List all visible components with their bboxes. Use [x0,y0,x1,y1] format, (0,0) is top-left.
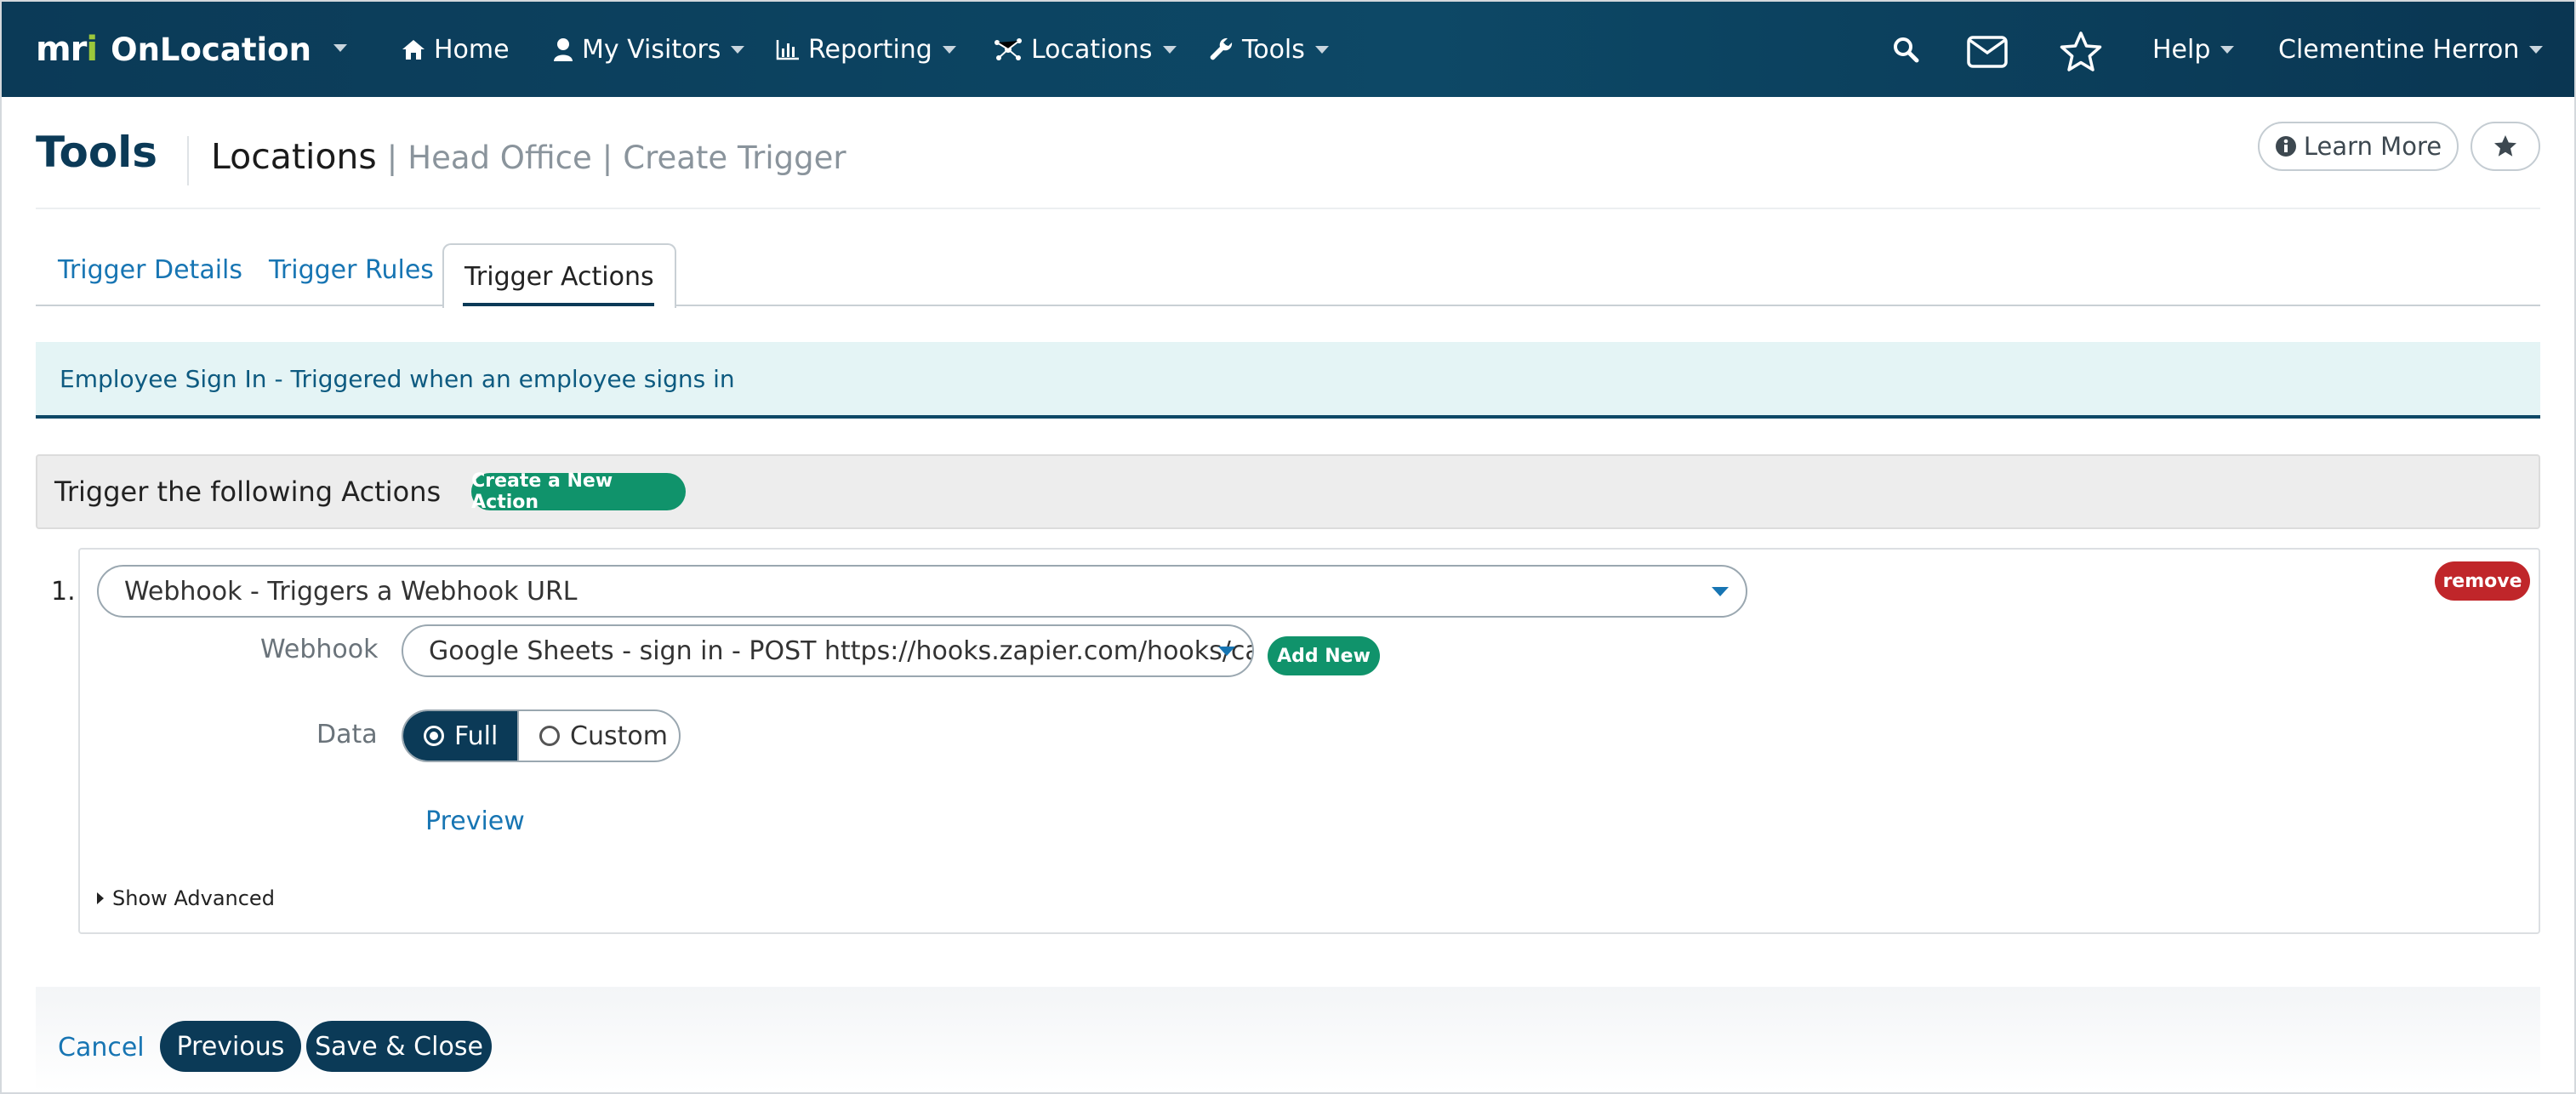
webhook-label: Webhook [260,635,379,664]
tab-trigger-rules[interactable]: Trigger Rules [269,255,434,285]
dropdown-arrow-icon [1218,647,1235,656]
add-new-webhook-button[interactable]: Add New [1268,636,1380,675]
data-mode-toggle: Full Custom [402,709,681,762]
user-name: Clementine Herron [2278,34,2520,65]
chevron-down-icon [942,45,956,54]
network-icon [994,38,1022,60]
data-option-custom[interactable]: Custom [517,711,679,761]
tabs-baseline [36,305,2540,306]
chevron-down-icon [2220,45,2235,54]
tab-trigger-actions-label: Trigger Actions [464,262,654,292]
caret-right-icon [97,892,104,904]
app-switcher-caret-icon[interactable] [333,44,347,52]
chevron-down-icon [2529,45,2544,54]
header-divider [36,208,2540,209]
breadcrumb: Locations | Head Office | Create Trigger [211,136,846,177]
chevron-down-icon [731,45,745,54]
search-icon[interactable] [1892,36,1919,63]
show-advanced-toggle[interactable]: Show Advanced [97,886,275,910]
info-icon [2275,136,2296,157]
preview-link[interactable]: Preview [425,806,525,836]
action-type-value: Webhook - Triggers a Webhook URL [124,576,578,607]
breadcrumb-separator: | [386,140,398,176]
star-icon[interactable] [2059,31,2103,73]
actions-panel-header: Trigger the following Actions Create a N… [36,454,2540,529]
nav-tools[interactable]: Tools [1210,31,1329,68]
data-option-full[interactable]: Full [403,711,517,761]
home-icon [402,40,425,60]
previous-button[interactable]: Previous [160,1021,301,1072]
create-new-action-button[interactable]: Create a New Action [471,470,687,513]
actions-header-label: Trigger the following Actions [54,476,442,508]
data-option-custom-label: Custom [570,721,668,751]
user-menu[interactable]: Clementine Herron [2278,31,2544,68]
trigger-event-banner: Employee Sign In - Triggered when an emp… [36,342,2540,419]
page-title: Tools [36,128,158,177]
title-divider [187,136,189,185]
nav-help[interactable]: Help [2152,31,2235,68]
chevron-down-icon [1314,45,1329,54]
nav-help-label: Help [2152,34,2211,65]
radio-unselected-icon [539,726,560,746]
data-label: Data [316,720,378,749]
nav-tools-label: Tools [1242,34,1305,65]
envelope-icon[interactable] [1967,36,2008,68]
nav-my-visitors-label: My Visitors [582,34,721,65]
nav-my-visitors[interactable]: My Visitors [553,31,745,68]
learn-more-button[interactable]: Learn More [2258,122,2459,171]
breadcrumb-page: Create Trigger [623,140,846,176]
cancel-button[interactable]: Cancel [58,1033,145,1063]
breadcrumb-site: Head Office [407,140,592,176]
mri-logo: mri [36,30,98,69]
tab-trigger-actions[interactable]: Trigger Actions [442,243,676,308]
webhook-select[interactable]: Google Sheets - sign in - POST https://h… [402,624,1254,677]
person-icon [554,38,573,61]
dropdown-arrow-icon [1712,587,1729,596]
active-tab-indicator [463,303,654,306]
favorite-button[interactable] [2471,122,2540,171]
nav-reporting[interactable]: Reporting [776,31,956,68]
bar-chart-icon [776,40,799,60]
breadcrumb-locations[interactable]: Locations [211,136,377,177]
banner-text: Employee Sign In - Triggered when an emp… [60,364,735,393]
chevron-down-icon [1162,45,1177,54]
nav-home[interactable]: Home [402,31,510,68]
action-type-select[interactable]: Webhook - Triggers a Webhook URL [97,565,1747,618]
remove-action-button[interactable]: remove [2435,561,2530,601]
nav-reporting-label: Reporting [808,34,932,65]
app-brand[interactable]: mri OnLocation [36,27,311,71]
star-icon [2494,135,2516,157]
top-navigation: mri OnLocation Home My Visitors Reportin… [2,2,2574,97]
radio-selected-icon [424,726,444,746]
nav-locations[interactable]: Locations [994,31,1177,68]
save-close-button[interactable]: Save & Close [306,1021,492,1072]
nav-locations-label: Locations [1031,34,1153,65]
tab-trigger-details[interactable]: Trigger Details [58,255,242,285]
show-advanced-label: Show Advanced [112,886,275,910]
nav-home-label: Home [434,34,510,65]
data-option-full-label: Full [454,721,499,751]
learn-more-label: Learn More [2303,132,2442,161]
breadcrumb-separator: | [601,140,613,176]
webhook-value: Google Sheets - sign in - POST https://h… [429,635,1252,666]
action-number: 1. [51,577,76,607]
app-name: OnLocation [111,31,311,68]
wrench-icon [1210,37,1233,60]
